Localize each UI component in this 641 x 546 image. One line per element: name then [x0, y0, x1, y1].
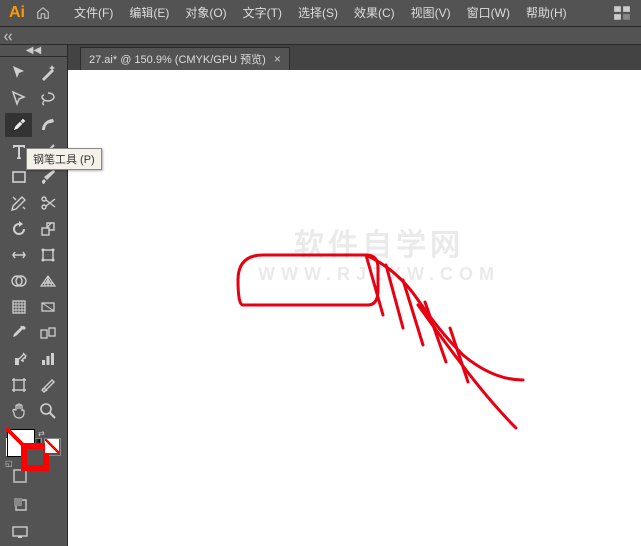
menu-view[interactable]: 视图(V): [403, 0, 459, 27]
document-area: 27.ai* @ 150.9% (CMYK/GPU 预览) × 软件自学网 WW…: [68, 45, 641, 546]
watermark-text: 软件自学网: [258, 220, 500, 264]
selection-tool[interactable]: [5, 61, 32, 85]
control-bar: [0, 27, 641, 45]
fill-stroke-indicator[interactable]: ⇄ ◱: [0, 427, 67, 436]
swap-fill-stroke-icon[interactable]: ⇄: [38, 429, 45, 438]
curvature-tool[interactable]: [35, 113, 62, 137]
watermark: 软件自学网 WWW.RJZXW.COM: [258, 220, 500, 285]
gradient-tool[interactable]: [35, 295, 62, 319]
column-graph-tool[interactable]: [35, 347, 62, 371]
shape-builder-tool[interactable]: [5, 269, 32, 293]
app-logo: Ai: [6, 2, 28, 24]
slice-tool[interactable]: [35, 373, 62, 397]
symbol-sprayer-tool[interactable]: [5, 347, 32, 371]
free-transform-tool[interactable]: [35, 243, 62, 267]
tab-close-icon[interactable]: ×: [274, 52, 281, 66]
menu-window[interactable]: 窗口(W): [459, 0, 518, 27]
scale-tool[interactable]: [35, 217, 62, 241]
eyedropper-tool[interactable]: [5, 321, 32, 345]
artboard-tool[interactable]: [5, 373, 32, 397]
menu-bar: 文件(F) 编辑(E) 对象(O) 文字(T) 选择(S) 效果(C) 视图(V…: [66, 0, 575, 27]
perspective-grid-tool[interactable]: [35, 269, 62, 293]
collapse-toolbar-icon[interactable]: ◀◀: [0, 45, 67, 57]
default-fill-stroke-icon[interactable]: ◱: [5, 459, 13, 468]
magic-wand-tool[interactable]: [35, 61, 62, 85]
document-tab[interactable]: 27.ai* @ 150.9% (CMYK/GPU 预览) ×: [80, 47, 290, 70]
zoom-tool[interactable]: [35, 399, 62, 423]
tools-grid: [0, 57, 67, 427]
menu-file[interactable]: 文件(F): [66, 0, 121, 27]
workspace-switcher[interactable]: [613, 4, 641, 22]
width-tool[interactable]: [5, 243, 32, 267]
panel-toggle-icon[interactable]: [4, 29, 16, 41]
top-menu-bar: Ai 文件(F) 编辑(E) 对象(O) 文字(T) 选择(S) 效果(C) 视…: [0, 0, 641, 27]
pencil-tool[interactable]: [5, 191, 32, 215]
lasso-tool[interactable]: [35, 87, 62, 111]
hand-tool[interactable]: [5, 399, 32, 423]
canvas[interactable]: 软件自学网 WWW.RJZXW.COM: [68, 70, 641, 546]
screen-mode[interactable]: [6, 520, 33, 544]
scissors-tool[interactable]: [35, 191, 62, 215]
document-tab-label: 27.ai* @ 150.9% (CMYK/GPU 预览): [89, 51, 266, 67]
draw-screen-modes: [0, 462, 67, 546]
pen-tool[interactable]: [5, 113, 32, 137]
watermark-url: WWW.RJZXW.COM: [258, 264, 500, 285]
menu-edit[interactable]: 编辑(E): [121, 0, 177, 27]
menu-effect[interactable]: 效果(C): [346, 0, 403, 27]
blend-tool[interactable]: [35, 321, 62, 345]
menu-type[interactable]: 文字(T): [235, 0, 290, 27]
menu-help[interactable]: 帮助(H): [518, 0, 575, 27]
draw-behind[interactable]: [6, 492, 33, 516]
menu-object[interactable]: 对象(O): [177, 0, 234, 27]
pen-tool-tooltip: 钢笔工具 (P): [26, 148, 102, 170]
artwork: [68, 70, 641, 546]
document-tab-strip: 27.ai* @ 150.9% (CMYK/GPU 预览) ×: [68, 45, 641, 70]
direct-selection-tool[interactable]: [5, 87, 32, 111]
rotate-tool[interactable]: [5, 217, 32, 241]
mesh-tool[interactable]: [5, 295, 32, 319]
menu-select[interactable]: 选择(S): [290, 0, 346, 27]
tools-panel: ◀◀ ⇄ ◱: [0, 45, 68, 546]
home-icon[interactable]: [32, 2, 54, 24]
